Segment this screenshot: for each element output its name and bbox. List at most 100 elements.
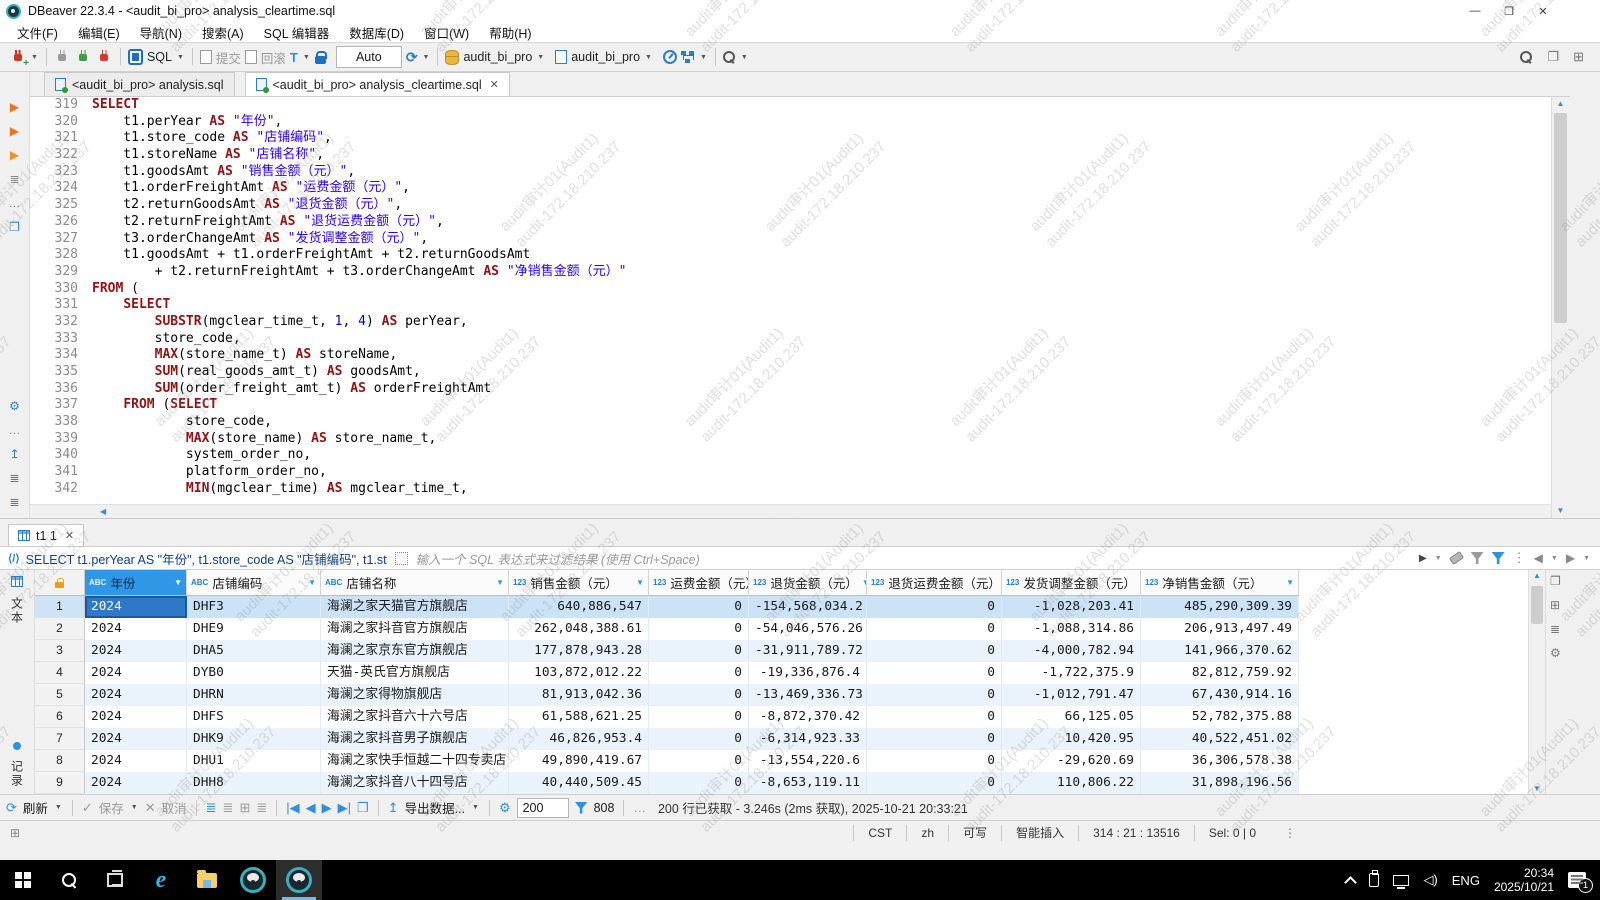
grid-cell[interactable]: 0 [867, 772, 1002, 794]
grid-cell[interactable]: 81,913,042.36 [509, 684, 649, 706]
column-header-退货金额（元）[interactable]: 123退货金额（元）▼ [749, 570, 867, 596]
row-number[interactable]: 4 [35, 662, 85, 684]
grid-cell[interactable]: 110,806.22 [1002, 772, 1141, 794]
transaction-mode-icon[interactable]: T [290, 50, 298, 65]
grid-cell[interactable]: 0 [867, 750, 1002, 772]
explain-plan-icon[interactable]: ≣ [9, 172, 19, 187]
grid-cell[interactable]: 0 [867, 618, 1002, 640]
value-viewer-icon[interactable]: ⊞ [1550, 598, 1560, 612]
reconnect-icon[interactable] [75, 49, 92, 66]
grid-cell[interactable]: 640,886,547 [509, 596, 649, 618]
grid-cell[interactable]: DHH8 [187, 772, 321, 794]
dashboard-icon[interactable] [663, 50, 677, 64]
grid-cell[interactable]: 0 [867, 728, 1002, 750]
execute-statement-icon[interactable]: ▶ [10, 100, 19, 115]
column-header-退货运费金额（元）[interactable]: 123退货运费金额（元）▼ [867, 570, 1002, 596]
column-dropdown-icon[interactable]: ▼ [636, 578, 644, 587]
column-header-店铺编码[interactable]: ABC店铺编码▼ [187, 570, 321, 596]
scroll-left-icon[interactable]: ◀ [100, 505, 106, 519]
grid-vscrollbar[interactable]: ▲ ▼ [1528, 570, 1545, 794]
export-dropdown-icon[interactable]: ▼ [471, 804, 480, 811]
fetch-size-input[interactable]: 200 [517, 798, 569, 818]
disconnect-icon[interactable] [96, 49, 113, 66]
grid-cell[interactable]: -8,653,119.11 [749, 772, 867, 794]
log-panel-icon[interactable]: ≣ [9, 471, 19, 486]
column-dropdown-icon[interactable]: ▼ [308, 578, 316, 587]
execute-script-icon[interactable]: ▶ [10, 124, 19, 139]
grid-cell[interactable]: -1,088,314.86 [1002, 618, 1141, 640]
menu-item-导航(N)[interactable]: 导航(N) [131, 21, 191, 44]
calc-panel-icon[interactable]: ≣ [1550, 622, 1560, 636]
maximize-button[interactable]: ❐ [1492, 0, 1526, 22]
search-dropdown-icon[interactable]: ▼ [740, 54, 749, 61]
grid-cell[interactable]: 0 [649, 772, 749, 794]
sql-editor-label[interactable]: SQL [147, 50, 172, 64]
grid-cell[interactable]: 2024 [85, 750, 187, 772]
grid-cell[interactable]: 485,290,309.39 [1141, 596, 1299, 618]
new-connection-icon[interactable]: + [9, 49, 26, 66]
grid-cell[interactable]: 0 [867, 684, 1002, 706]
apply-filter-icon[interactable]: ▶ [1419, 553, 1427, 564]
grid-cell[interactable]: -1,012,791.47 [1002, 684, 1141, 706]
grid-cell[interactable]: 海澜之家快手恒越二十四专卖店 [321, 750, 509, 772]
open-perspective-icon[interactable]: ❐ [1547, 49, 1559, 65]
grid-cell[interactable]: 141,966,370.62 [1141, 640, 1299, 662]
nav-forward-icon[interactable]: ▶ [1566, 551, 1575, 565]
lock-icon[interactable] [315, 51, 326, 64]
export-label[interactable]: 导出数据... [405, 798, 465, 817]
grid-cell[interactable]: 2024 [85, 706, 187, 728]
delete-row-icon[interactable]: ≣ [256, 800, 267, 816]
notification-center-icon[interactable]: 1 [1568, 872, 1586, 888]
save-icon[interactable]: ✓ [82, 800, 93, 816]
grid-cell[interactable]: DHFS [187, 706, 321, 728]
grid-cell[interactable]: 52,782,375.88 [1141, 706, 1299, 728]
grid-cell[interactable]: 海澜之家京东官方旗舰店 [321, 640, 509, 662]
editor-vscrollbar[interactable]: ▲ ▼ [1551, 97, 1568, 518]
menu-item-搜索(A)[interactable]: 搜索(A) [193, 21, 253, 44]
cancel-label[interactable]: 取消 [162, 798, 187, 817]
grid-cell[interactable]: -54,046,576.26 [749, 618, 867, 640]
grid-cell[interactable]: 0 [649, 750, 749, 772]
grid-presentation-icon[interactable] [11, 576, 23, 587]
grid-cell[interactable]: 2024 [85, 684, 187, 706]
grid-cell[interactable]: 67,430,914.16 [1141, 684, 1299, 706]
grid-corner-header[interactable] [35, 570, 85, 596]
grid-cell[interactable]: 40,522,451.02 [1141, 728, 1299, 750]
scroll-up-icon[interactable]: ▲ [1552, 97, 1569, 111]
grid-cell[interactable]: -1,722,375.9 [1002, 662, 1141, 684]
grid-cell[interactable]: -13,469,336.73 [749, 684, 867, 706]
column-header-发货调整金额（元）[interactable]: 123发货调整金额（元）▼ [1002, 570, 1141, 596]
row-number[interactable]: 1 [35, 596, 85, 618]
tab-analysis-sql[interactable]: <audit_bi_pro> analysis.sql [44, 72, 235, 96]
grid-cell[interactable]: 262,048,388.61 [509, 618, 649, 640]
grid-cell[interactable]: 2024 [85, 728, 187, 750]
grid-cell[interactable]: 66,125.05 [1002, 706, 1141, 728]
sql-editor-icon[interactable] [128, 49, 143, 65]
grid-cell[interactable]: 2024 [85, 772, 187, 794]
rollback-icon[interactable] [245, 50, 257, 64]
nav-forward-dropdown-icon[interactable]: ▼ [1583, 555, 1590, 562]
menu-item-窗口(W)[interactable]: 窗口(W) [415, 21, 478, 44]
rollback-label[interactable]: 回滚 [261, 48, 286, 67]
tray-expand-icon[interactable] [1345, 876, 1358, 889]
nav-back-dropdown-icon[interactable]: ▼ [1551, 555, 1558, 562]
row-number[interactable]: 3 [35, 640, 85, 662]
grid-cell[interactable]: 2024 [85, 640, 187, 662]
grid-scroll-down-icon[interactable]: ▼ [1529, 784, 1545, 793]
output-panel-icon[interactable]: ≣ [9, 495, 19, 510]
text-presentation-toggle[interactable]: 文本 [9, 597, 26, 625]
column-header-店铺名称[interactable]: ABC店铺名称▼ [321, 570, 509, 596]
row-number[interactable]: 6 [35, 706, 85, 728]
taskbar-search-button[interactable] [46, 860, 92, 900]
column-dropdown-icon[interactable]: ▼ [174, 578, 182, 587]
scrollbar-thumb[interactable] [1554, 113, 1567, 323]
menu-item-文件(F)[interactable]: 文件(F) [8, 21, 67, 44]
connect-icon[interactable] [54, 49, 71, 66]
grid-cell[interactable]: 2024 [85, 618, 187, 640]
menu-item-帮助(H)[interactable]: 帮助(H) [480, 21, 540, 44]
add-row-icon[interactable]: ≣ [223, 800, 234, 816]
grid-cell[interactable]: 0 [649, 618, 749, 640]
grid-cell[interactable]: 206,913,497.49 [1141, 618, 1299, 640]
output-icon[interactable]: ❐ [9, 220, 20, 235]
execute-new-tab-icon[interactable]: ▶ [10, 148, 19, 163]
